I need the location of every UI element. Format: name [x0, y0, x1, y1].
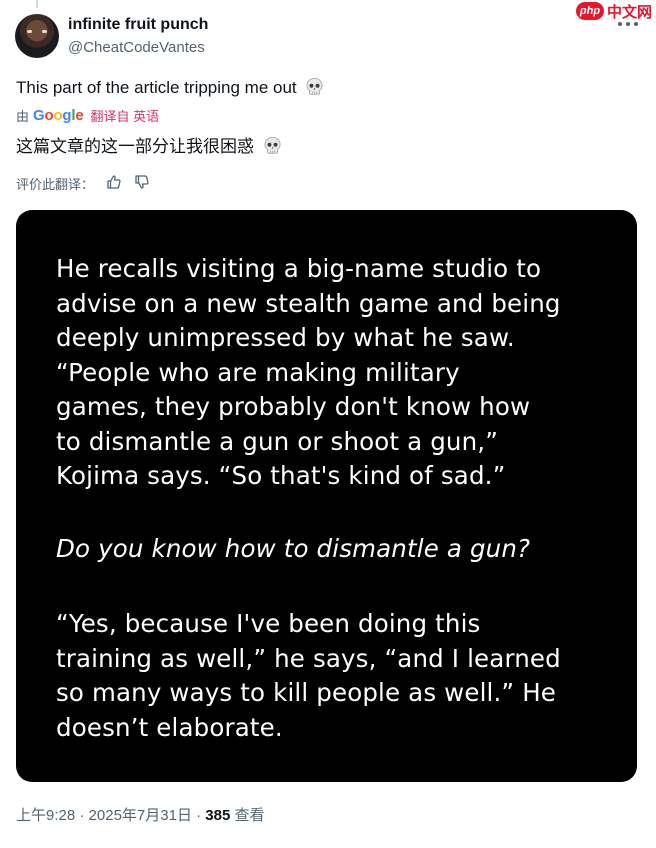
google-letter: e	[75, 107, 84, 124]
thumbs-up-icon[interactable]	[106, 174, 122, 193]
rate-translation-row: 评价此翻译：	[16, 174, 150, 193]
tweet-text-body: This part of the article tripping me out	[16, 78, 297, 97]
tweet-text: This part of the article tripping me out	[16, 77, 324, 101]
article-line: Kojima says. “So that's kind of sad.”	[56, 461, 506, 490]
tweet-time[interactable]: 上午9:28	[16, 807, 75, 824]
article-line: doesn’t elaborate.	[56, 712, 283, 742]
article-line: He recalls visiting a big-name studio to	[56, 254, 542, 283]
article-paragraph: “Yes, because I've been doing this train…	[56, 607, 616, 745]
php-logo-icon: php	[576, 2, 604, 20]
article-line: so many ways to kill people as well.” He	[56, 678, 557, 707]
skull-emoji-icon	[305, 77, 324, 101]
article-line: advise on a new stealth game and being	[56, 288, 561, 318]
article-line: deeply unimpressed by what he saw.	[56, 323, 515, 352]
avatar[interactable]	[15, 14, 59, 58]
article-line: to dismantle a gun or shoot a gun,”	[56, 426, 499, 456]
meta-separator: ·	[191, 807, 206, 824]
translated-by-google: 由 Google 翻译自 英语	[16, 106, 159, 125]
watermark-text: 中文网	[607, 3, 653, 21]
google-logo: Google	[33, 107, 84, 124]
translated-by-prefix: 由	[16, 109, 30, 124]
skull-emoji-icon	[263, 136, 282, 160]
translated-text: 这篇文章的这一部分让我很困惑	[16, 132, 282, 160]
thumbs-down-icon[interactable]	[134, 174, 150, 193]
article-line: training as well,” he says, “and I learn…	[56, 643, 561, 673]
article-line: Do you know how to dismantle a gun?	[56, 534, 531, 563]
article-line: games, they probably don't know how	[56, 392, 531, 421]
views-count: 385	[205, 807, 231, 824]
translated-text-body: 这篇文章的这一部分让我很困惑	[16, 137, 254, 156]
article-line: “Yes, because I've been doing this	[56, 609, 481, 638]
site-watermark: php 中文网	[576, 2, 653, 21]
article-screenshot-image[interactable]: He recalls visiting a big-name studio to…	[16, 210, 637, 782]
views-label: 查看	[234, 807, 265, 824]
article-question: Do you know how to dismantle a gun?	[56, 532, 616, 567]
author-handle[interactable]: @CheatCodeVantes	[68, 39, 205, 56]
more-horizontal-icon[interactable]	[618, 20, 638, 28]
meta-separator: ·	[75, 807, 89, 824]
author-display-name[interactable]: infinite fruit punch	[68, 16, 208, 34]
translated-from-english-link[interactable]: 翻译自 英语	[91, 106, 160, 125]
rate-translation-label: 评价此翻译：	[16, 177, 95, 192]
thread-connector-line	[36, 0, 38, 8]
tweet-date[interactable]: 2025年7月31日	[89, 807, 192, 824]
tweet-meta: 上午9:28 · 2025年7月31日 · 385 查看	[16, 804, 265, 825]
google-letter: G	[33, 107, 45, 124]
article-paragraph: He recalls visiting a big-name studio to…	[56, 252, 616, 494]
article-line: “People who are making military	[56, 357, 460, 387]
